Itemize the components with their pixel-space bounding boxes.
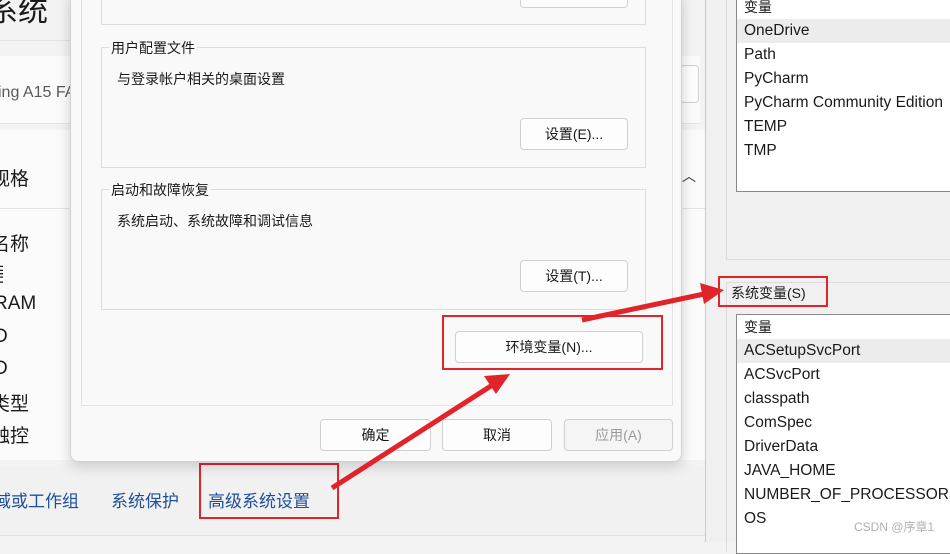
arrow-icon — [581, 283, 724, 323]
arrow-icon — [330, 374, 510, 491]
annotation-arrows — [330, 283, 724, 491]
